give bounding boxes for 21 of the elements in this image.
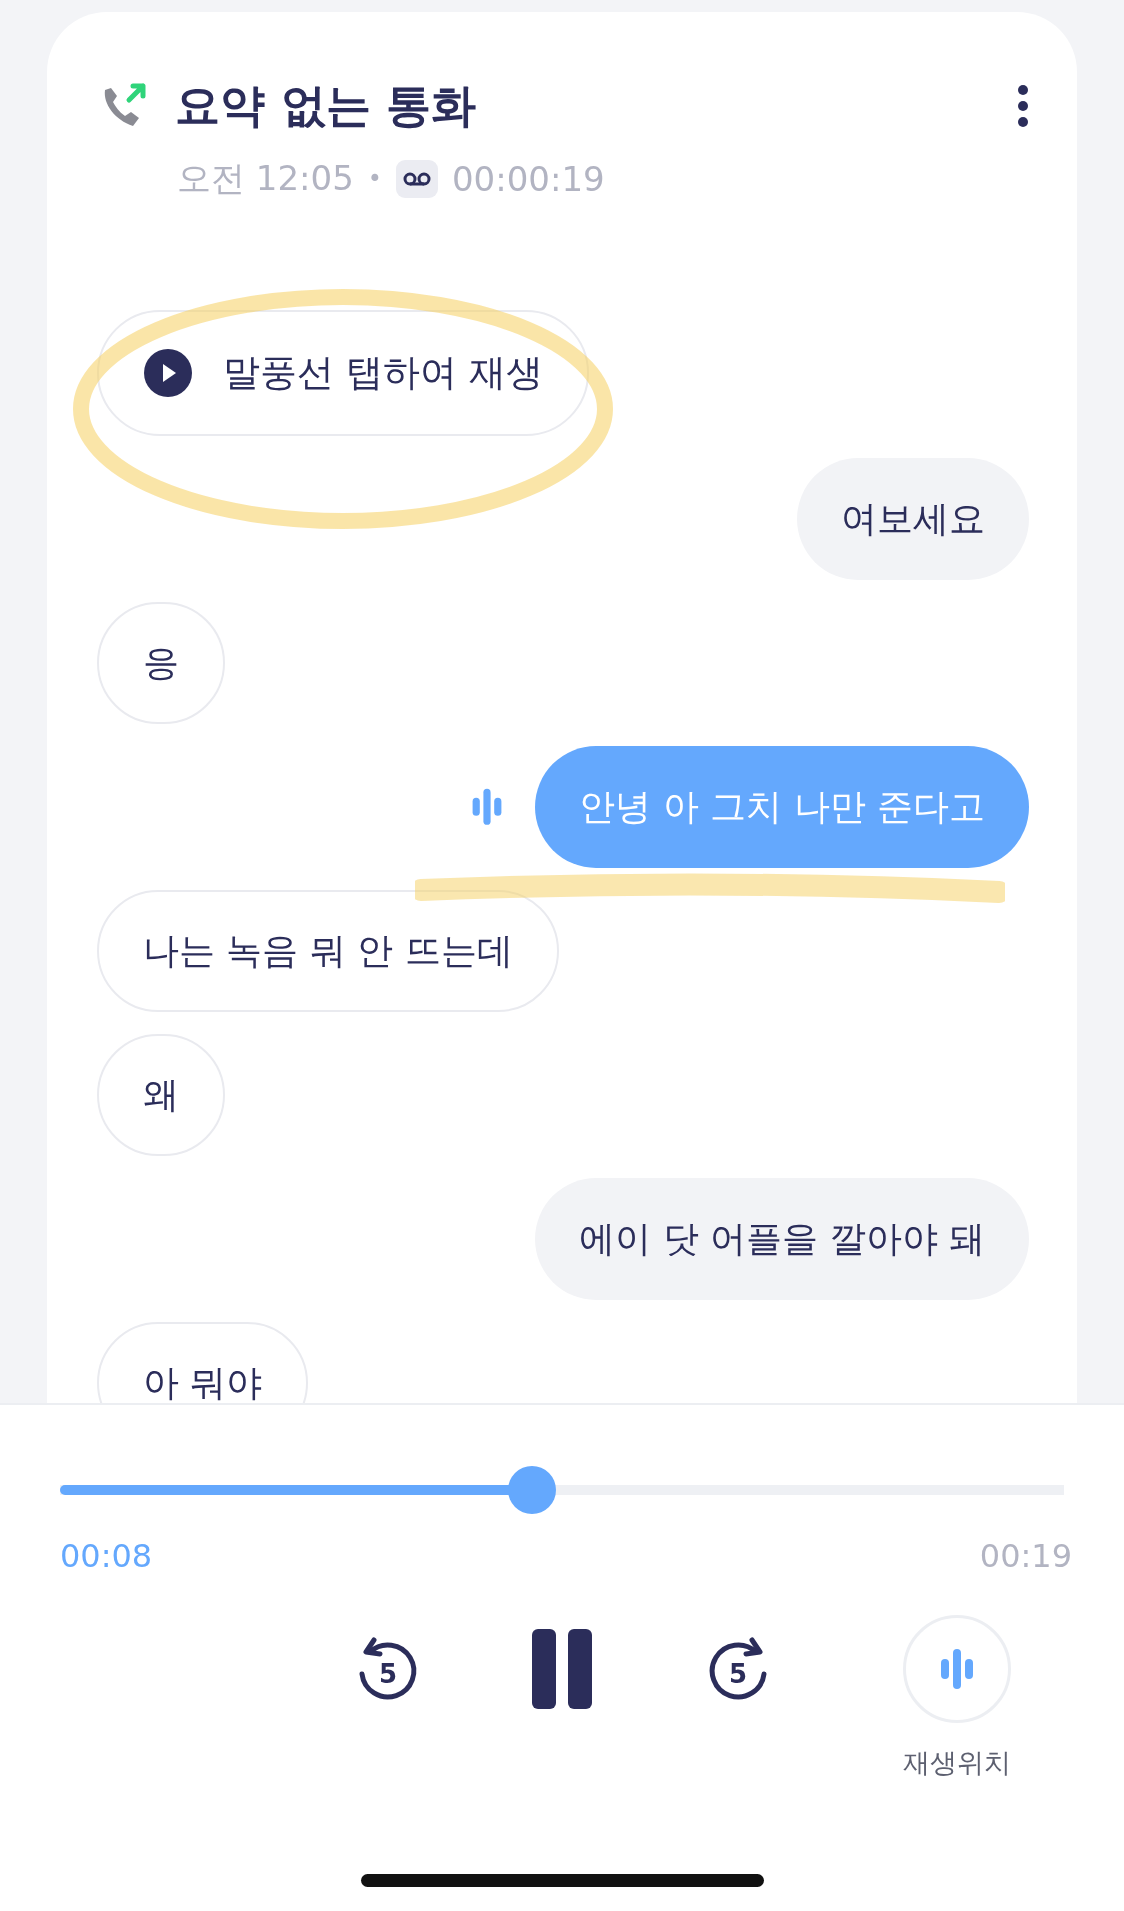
current-time: 00:08 <box>60 1537 153 1575</box>
tap-to-play-button[interactable]: 말풍선 탭하여 재생 <box>97 310 589 436</box>
progress-thumb[interactable] <box>507 1466 556 1514</box>
more-icon[interactable] <box>1017 84 1029 128</box>
rewind-button[interactable]: 5 <box>356 1634 420 1704</box>
call-time: 오전 12:05 <box>177 157 354 200</box>
message-bubble[interactable]: 아 뭐야 <box>97 1322 309 1403</box>
playback-position-label: 재생위치 <box>903 1746 1011 1780</box>
total-time: 00:19 <box>979 1537 1072 1575</box>
voicemail-icon <box>395 160 438 198</box>
forward-button[interactable]: 5 <box>706 1634 770 1704</box>
message-bubble[interactable]: 에이 닷 어플을 깔아야 돼 <box>535 1178 1029 1300</box>
call-duration: 00:00:19 <box>451 159 605 199</box>
separator-dot: • <box>367 165 382 193</box>
message-bubble[interactable]: 응 <box>97 602 225 724</box>
message-bubble[interactable]: 왜 <box>97 1034 225 1156</box>
message-bubble[interactable]: 여보세요 <box>797 458 1029 580</box>
message-bubble[interactable]: 나는 녹음 뭐 안 뜨는데 <box>97 890 559 1012</box>
pause-button[interactable] <box>532 1629 594 1709</box>
call-title: 요약 없는 통화 <box>175 78 478 134</box>
play-icon <box>143 348 193 398</box>
